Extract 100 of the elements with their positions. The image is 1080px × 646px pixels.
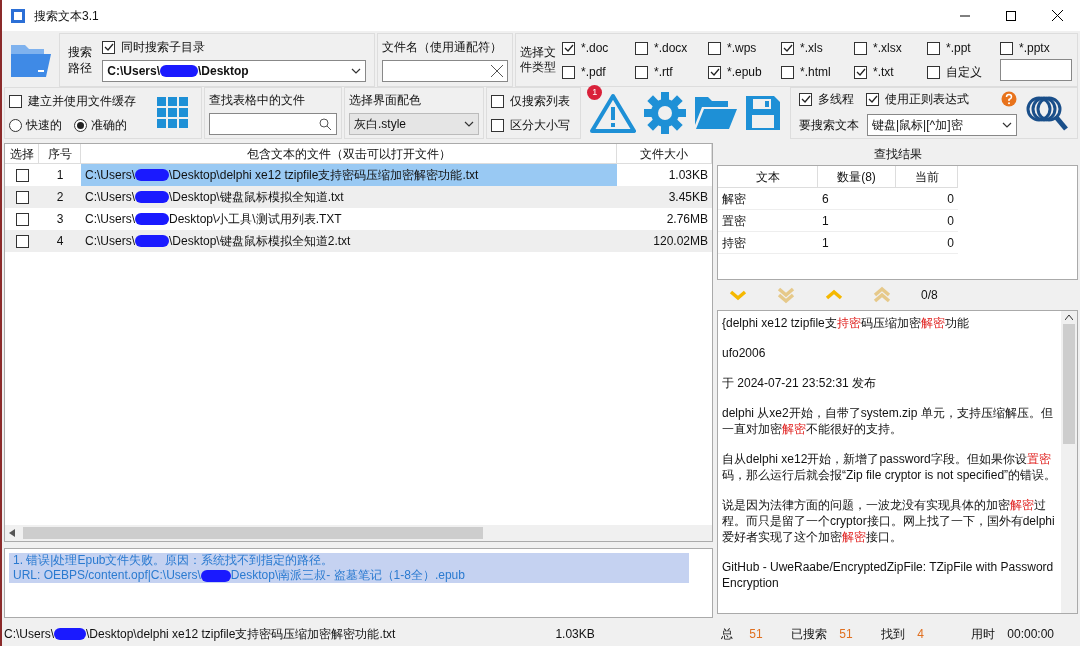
result-text: 持密 xyxy=(721,234,747,252)
checkbox[interactable] xyxy=(15,234,29,248)
clear-icon[interactable] xyxy=(491,65,503,77)
total-label: 总 xyxy=(721,626,734,643)
checkbox[interactable] xyxy=(708,65,721,79)
checkbox[interactable] xyxy=(562,41,575,55)
search-text-dropdown[interactable]: 键盘|鼠标|[^加]密 xyxy=(867,114,1017,136)
checkbox[interactable] xyxy=(708,41,721,55)
radio-button[interactable] xyxy=(9,118,22,132)
checkbox[interactable] xyxy=(635,41,648,55)
checkbox-label: 多线程 xyxy=(818,91,854,108)
help-icon[interactable] xyxy=(1001,91,1017,107)
radio-button[interactable] xyxy=(74,118,87,132)
results-title: 查找结果 xyxy=(872,146,923,163)
checkbox[interactable] xyxy=(15,212,29,226)
open-folder-icon[interactable] xyxy=(693,95,738,131)
column-header[interactable]: 文件大小 xyxy=(617,144,712,163)
checkbox[interactable] xyxy=(491,94,504,108)
redaction-mark xyxy=(135,213,169,225)
checkbox[interactable] xyxy=(562,65,575,79)
status-path: C:\Users\ xyxy=(4,626,54,643)
file-path-cell[interactable]: C:\Users\ \Desktop\键盘鼠标模拟全知道2.txt xyxy=(81,230,617,252)
grid-icon[interactable] xyxy=(157,97,189,129)
checkbox[interactable] xyxy=(781,41,794,55)
theme-dropdown[interactable]: 灰白.style xyxy=(349,113,479,135)
file-type-label: 选择文件类型 xyxy=(520,45,557,75)
theme-label: 选择界面配色 xyxy=(349,92,422,109)
path-text: C:\Users\ xyxy=(85,233,135,250)
notification-badge: 1 xyxy=(587,85,603,100)
checkbox[interactable] xyxy=(799,92,812,106)
folder-icon[interactable] xyxy=(9,42,52,78)
close-icon[interactable] xyxy=(1051,10,1063,21)
checkbox[interactable] xyxy=(927,65,940,79)
scroll-up-icon[interactable] xyxy=(1065,315,1073,320)
column-header[interactable]: 文本 xyxy=(718,166,818,187)
checkbox[interactable] xyxy=(635,65,648,79)
search-icon[interactable] xyxy=(319,117,332,131)
elapsed-time: 00:00:00 xyxy=(1007,626,1054,643)
column-header[interactable]: 包含文本的文件（双击可以打开文件） xyxy=(81,144,617,163)
checkbox-label: 使用正则表达式 xyxy=(885,91,969,108)
log-line: Desktop\南派三叔- 盗墓笔记（1-8全）.epub xyxy=(230,568,465,583)
column-header[interactable]: 选择 xyxy=(5,144,39,163)
checkbox[interactable] xyxy=(15,190,29,204)
checkbox[interactable] xyxy=(866,92,879,106)
file-name-field[interactable] xyxy=(381,60,508,82)
result-count: 1 xyxy=(821,234,830,252)
maximize-icon[interactable] xyxy=(1006,10,1016,21)
file-path-cell[interactable]: C:\Users\ \Desktop\delphi xe12 tzipfile支持密码压缩加密解密功能.txt xyxy=(81,164,617,186)
checkbox[interactable] xyxy=(781,65,794,79)
scroll-left-icon[interactable] xyxy=(9,529,15,537)
size-cell-text: 3.45KB xyxy=(667,189,709,206)
result-text: 解密 xyxy=(721,190,747,208)
row-number: 3 xyxy=(55,211,65,228)
checkbox-label: *.txt xyxy=(873,64,894,81)
vertical-scrollbar[interactable] xyxy=(1061,311,1077,613)
checkbox[interactable] xyxy=(854,65,867,79)
preview-paragraph: 于 2024-07-21 23:52:31 发布 xyxy=(722,375,878,391)
status-path: \Desktop\delphi xe12 tzipfile支持密码压缩加密解密功能.txt xyxy=(86,626,396,643)
checkbox[interactable] xyxy=(1000,41,1013,55)
path-text: \Desktop\键盘鼠标模拟全知道2.txt xyxy=(169,233,351,250)
checkbox[interactable] xyxy=(491,118,504,132)
checkbox-label: *.pptx xyxy=(1019,40,1050,57)
warning-icon[interactable] xyxy=(590,93,637,133)
column-header[interactable]: 序号 xyxy=(39,144,81,163)
checkbox[interactable] xyxy=(854,41,867,55)
file-path-cell[interactable]: C:\Users\ \Desktop\键盘鼠标模拟全知道.txt xyxy=(81,186,617,208)
table-search-label: 查找表格中的文件 xyxy=(209,92,306,109)
checkbox-label: 同时搜索子目录 xyxy=(121,39,206,56)
result-count: 1 xyxy=(821,212,830,230)
path-text: \Desktop\delphi xe12 tzipfile支持密码压缩加密解密功能.txt xyxy=(169,167,479,184)
preview-paragraph: 说是因为法律方面的问题，一波龙没有实现具体的加密解密过程。而只是留了一个cryptor接口。网上找了一下，国外有delphi爱好者实现了这个加密解密接口。 xyxy=(722,497,1056,545)
result-count: 6 xyxy=(821,190,830,208)
checkbox-label: 自定义 xyxy=(946,64,982,81)
path-text: C:\Users\ xyxy=(85,189,135,206)
checkbox-label: *.pdf xyxy=(581,64,606,81)
row-number: 1 xyxy=(55,167,65,184)
file-path-cell[interactable]: C:\Users\ Desktop\小工具\测试用列表.TXT xyxy=(81,208,617,230)
save-icon[interactable] xyxy=(744,95,781,131)
redaction-mark xyxy=(54,628,86,640)
table-search-field[interactable] xyxy=(209,113,337,135)
row-number: 2 xyxy=(55,189,65,206)
checkbox[interactable] xyxy=(102,40,116,54)
size-cell-text: 120.02MB xyxy=(652,233,709,250)
size-cell-text: 2.76MB xyxy=(665,211,709,228)
checkbox[interactable] xyxy=(927,41,940,55)
redaction-mark xyxy=(135,191,169,203)
checkbox-label: 区分大小写 xyxy=(510,117,570,134)
custom-type-field[interactable] xyxy=(1000,59,1072,81)
column-header[interactable]: 数量(8) xyxy=(818,166,896,187)
searched-count: 51 xyxy=(839,626,854,643)
path-dropdown[interactable]: C:\Users\ \Desktop xyxy=(102,60,366,82)
path-text: Desktop\小工具\测试用列表.TXT xyxy=(169,211,342,228)
checkbox-label: 仅搜索列表 xyxy=(510,93,570,110)
checkbox[interactable] xyxy=(15,168,29,182)
file-name-label: 文件名（使用通配符） xyxy=(381,39,503,56)
result-current: 0 xyxy=(946,190,955,208)
column-header[interactable]: 当前 xyxy=(896,166,958,187)
settings-icon[interactable] xyxy=(643,91,688,135)
checkbox[interactable] xyxy=(9,94,22,108)
searched-label: 已搜索 xyxy=(791,626,828,643)
